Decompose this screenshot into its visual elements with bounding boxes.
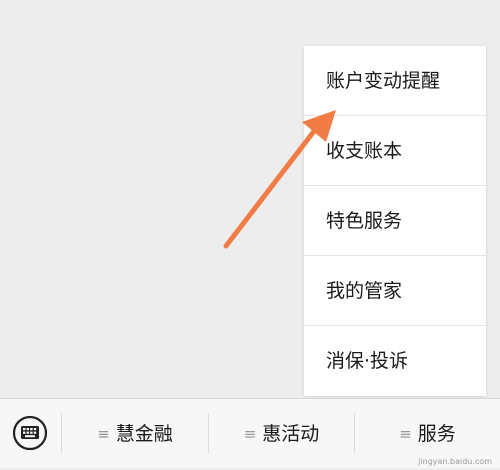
bottom-menu-bar: ≡ 慧金融 ≡ 惠活动 ≡ 服务 jingyan.baidu.com <box>0 398 500 468</box>
menu-lines-icon: ≡ <box>399 425 412 443</box>
popup-menu: 账户变动提醒 收支账本 特色服务 我的管家 消保·投诉 <box>304 46 486 396</box>
menu-item-account-change-alert[interactable]: 账户变动提醒 <box>304 46 486 116</box>
bar-menu-promotions[interactable]: ≡ 惠活动 <box>209 399 354 469</box>
bar-menu-label: 服务 <box>417 423 456 445</box>
keyboard-icon[interactable] <box>12 415 48 451</box>
menu-lines-icon: ≡ <box>243 425 257 443</box>
bar-menu-label: 慧金融 <box>115 423 173 445</box>
menu-lines-icon: ≡ <box>97 425 110 443</box>
menu-item-special-services[interactable]: 特色服务 <box>304 186 486 256</box>
bar-menu-label: 惠活动 <box>262 423 320 445</box>
menu-item-my-butler[interactable]: 我的管家 <box>304 256 486 326</box>
menu-item-income-expense-ledger[interactable]: 收支账本 <box>304 116 486 186</box>
watermark-text: jingyan.baidu.com <box>418 457 492 466</box>
bar-menu-smart-finance[interactable]: ≡ 慧金融 <box>62 399 208 469</box>
menu-item-consumer-protection-complaint[interactable]: 消保·投诉 <box>304 326 486 396</box>
